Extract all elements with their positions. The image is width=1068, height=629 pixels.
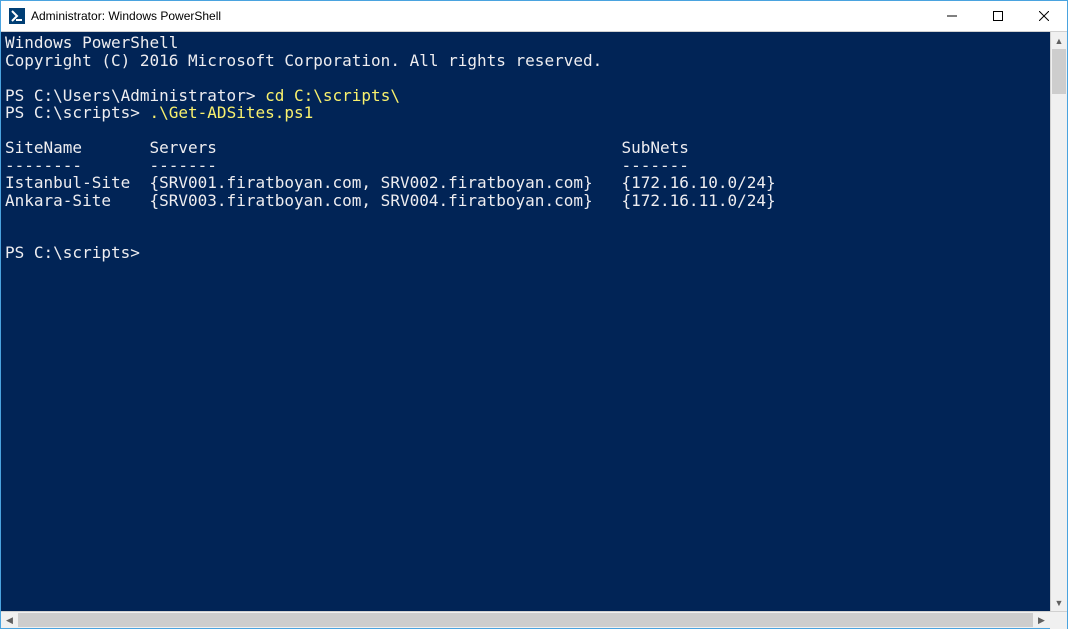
- table-row: Ankara-Site {SRV003.firatboyan.com, SRV0…: [5, 191, 776, 210]
- scroll-right-button[interactable]: ▶: [1033, 612, 1050, 628]
- table-header: SiteName Servers SubNets: [5, 138, 689, 157]
- window-title: Administrator: Windows PowerShell: [31, 9, 929, 23]
- horizontal-scroll-track[interactable]: [18, 612, 1033, 628]
- terminal-output[interactable]: Windows PowerShell Copyright (C) 2016 Mi…: [1, 32, 1050, 611]
- prompt-1: PS C:\Users\Administrator>: [5, 86, 265, 105]
- banner-line-1: Windows PowerShell: [5, 33, 178, 52]
- command-1: cd C:\scripts\: [265, 86, 400, 105]
- scroll-up-button[interactable]: ▲: [1051, 32, 1067, 49]
- prompt-3: PS C:\scripts>: [5, 243, 140, 262]
- vertical-scroll-thumb[interactable]: [1052, 49, 1066, 94]
- close-button[interactable]: [1021, 1, 1067, 31]
- maximize-button[interactable]: [975, 1, 1021, 31]
- banner-line-2: Copyright (C) 2016 Microsoft Corporation…: [5, 51, 602, 70]
- horizontal-scrollbar[interactable]: ◀ ▶: [1, 611, 1067, 628]
- minimize-button[interactable]: [929, 1, 975, 31]
- prompt-2: PS C:\scripts>: [5, 103, 150, 122]
- table-divider: -------- ------- -------: [5, 156, 689, 175]
- scroll-left-button[interactable]: ◀: [1, 612, 18, 628]
- powershell-icon: [9, 8, 25, 24]
- command-2: .\Get-ADSites.ps1: [150, 103, 314, 122]
- scroll-down-button[interactable]: ▼: [1051, 594, 1067, 611]
- titlebar[interactable]: Administrator: Windows PowerShell: [1, 1, 1067, 32]
- window-controls: [929, 1, 1067, 31]
- horizontal-scroll-thumb[interactable]: [18, 613, 1033, 627]
- table-row: Istanbul-Site {SRV001.firatboyan.com, SR…: [5, 173, 776, 192]
- terminal-container: Windows PowerShell Copyright (C) 2016 Mi…: [1, 32, 1067, 611]
- scrollbar-corner: [1050, 612, 1067, 629]
- vertical-scrollbar[interactable]: ▲ ▼: [1050, 32, 1067, 611]
